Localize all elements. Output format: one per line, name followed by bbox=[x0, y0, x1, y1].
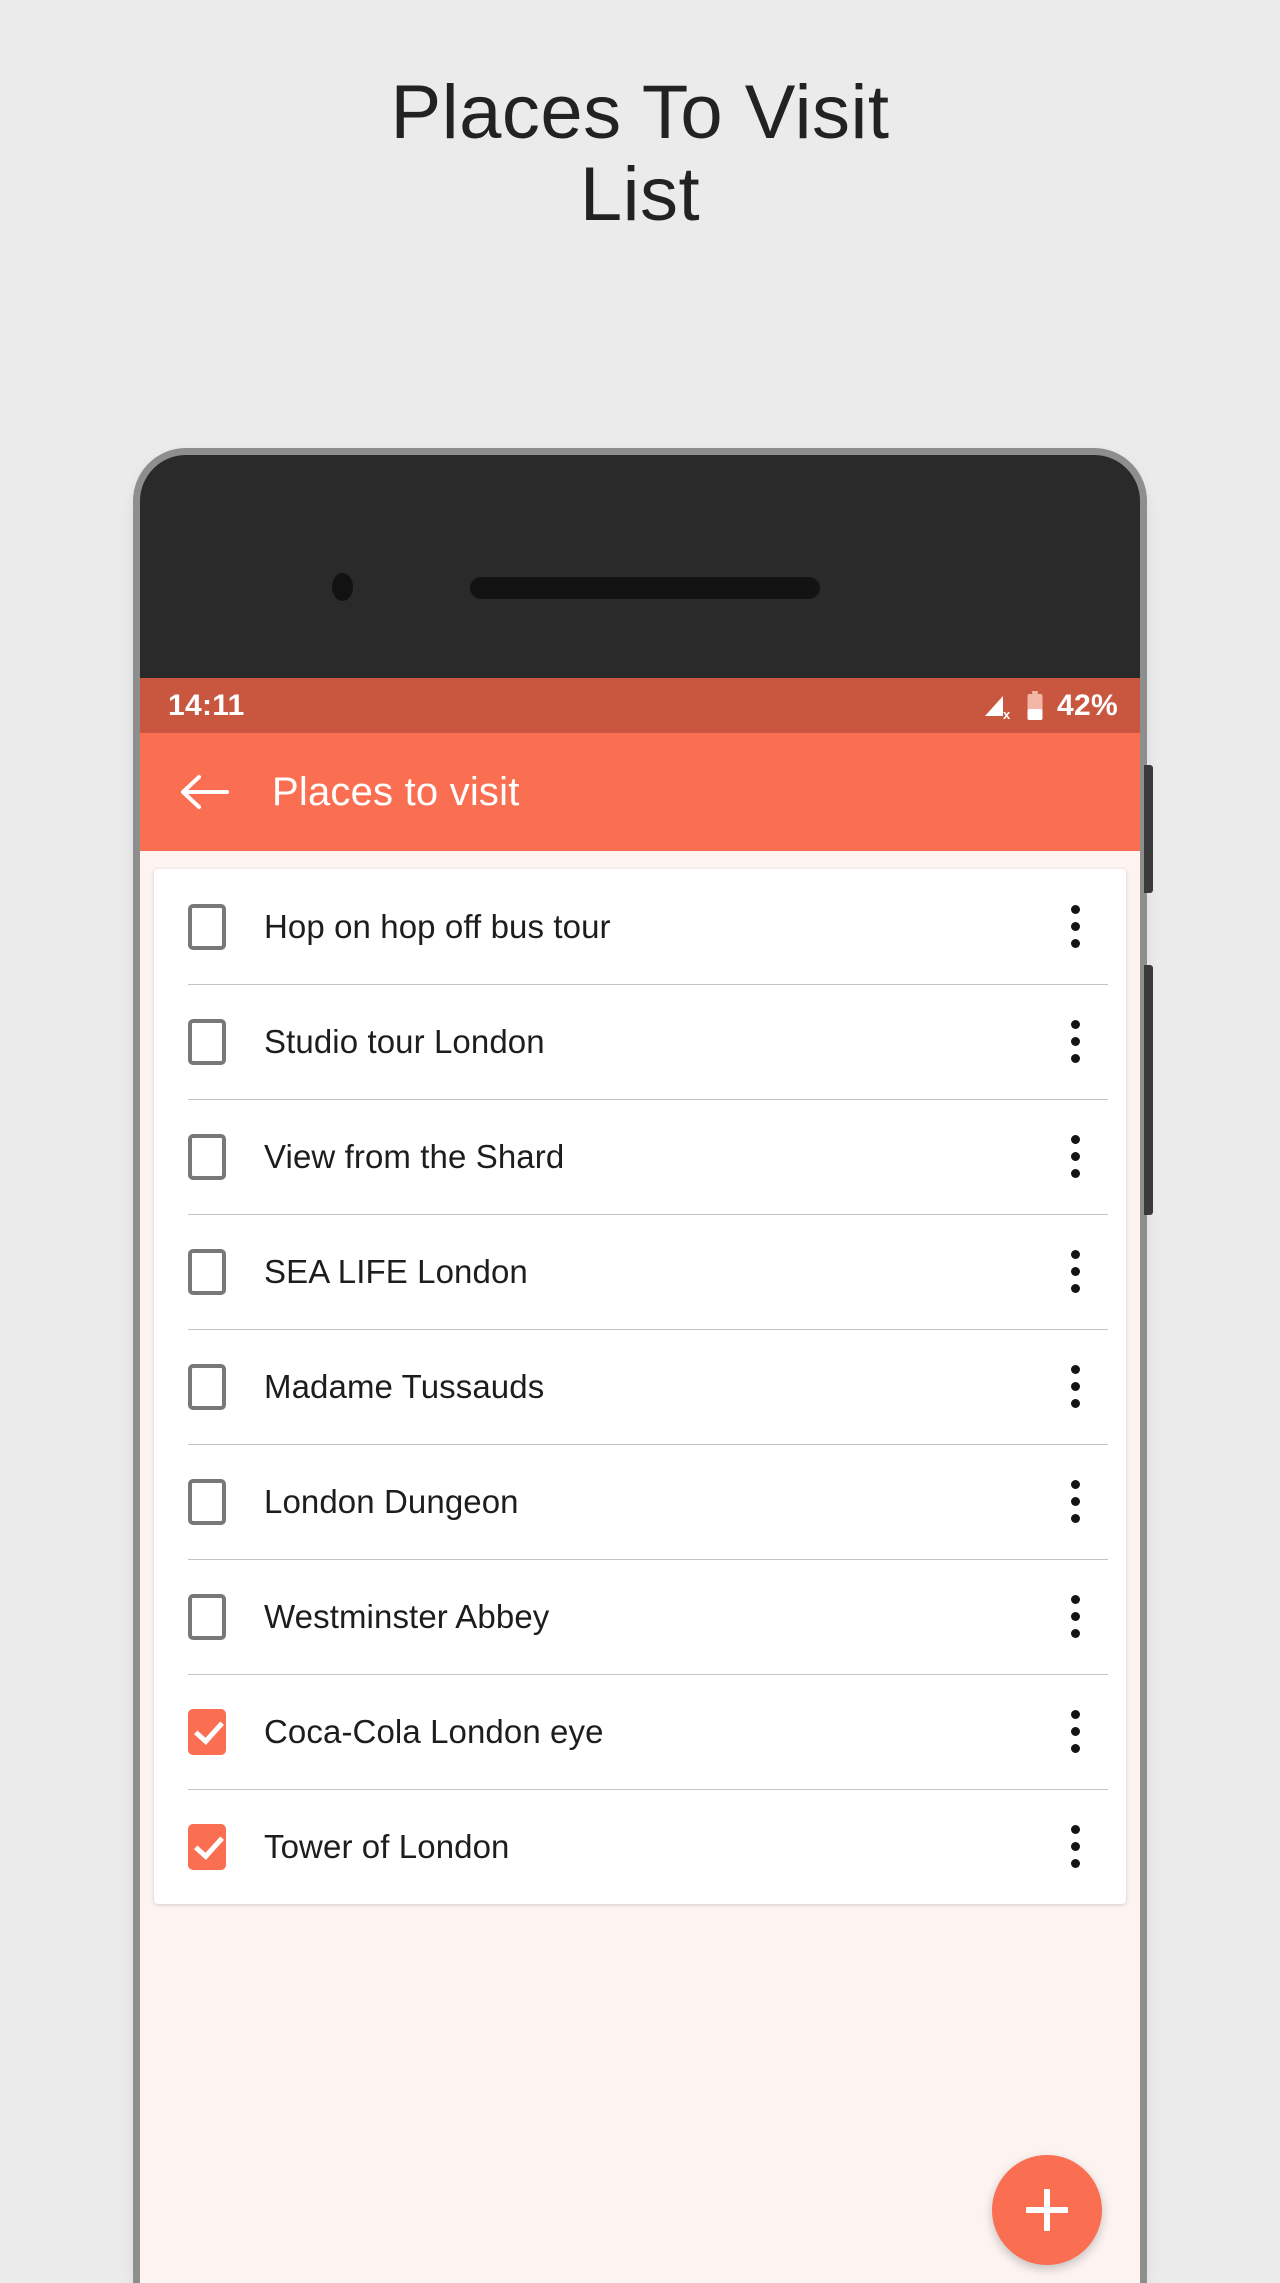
power-button[interactable] bbox=[1144, 965, 1153, 1215]
list-item[interactable]: Madame Tussauds bbox=[154, 1329, 1126, 1444]
checkbox-unchecked[interactable] bbox=[188, 1363, 226, 1410]
volume-button[interactable] bbox=[1144, 765, 1153, 893]
list-item-label: Westminster Abbey bbox=[264, 1597, 550, 1635]
list-item[interactable]: Tower of London bbox=[154, 1789, 1126, 1904]
checkbox-checked[interactable] bbox=[188, 1823, 226, 1870]
checkbox-unchecked[interactable] bbox=[188, 1133, 226, 1180]
app-bar-title: Places to visit bbox=[272, 769, 520, 814]
more-vertical-icon[interactable] bbox=[1040, 1222, 1110, 1322]
list-item[interactable]: Westminster Abbey bbox=[154, 1559, 1126, 1674]
phone-mockup: 14:11 x 42% Places to visit Hop on hop o… bbox=[140, 455, 1153, 2283]
checkbox-unchecked[interactable] bbox=[188, 1478, 226, 1525]
more-vertical-icon[interactable] bbox=[1040, 1337, 1110, 1437]
camera-icon bbox=[332, 573, 353, 601]
svg-text:x: x bbox=[1003, 707, 1011, 720]
checkbox-checked[interactable] bbox=[188, 1708, 226, 1755]
more-vertical-icon[interactable] bbox=[1040, 992, 1110, 1092]
checkbox-unchecked[interactable] bbox=[188, 1248, 226, 1295]
list-item-label: Madame Tussauds bbox=[264, 1367, 545, 1405]
more-vertical-icon[interactable] bbox=[1040, 1567, 1110, 1667]
list-item-label: View from the Shard bbox=[264, 1137, 565, 1175]
add-place-fab[interactable] bbox=[992, 2155, 1102, 2265]
list-item-label: Studio tour London bbox=[264, 1022, 545, 1060]
list-item[interactable]: Coca-Cola London eye bbox=[154, 1674, 1126, 1789]
list-item[interactable]: London Dungeon bbox=[154, 1444, 1126, 1559]
battery-icon bbox=[1027, 690, 1043, 720]
list-item-label: SEA LIFE London bbox=[264, 1252, 528, 1290]
checkbox-unchecked[interactable] bbox=[188, 1593, 226, 1640]
list-item-label: London Dungeon bbox=[264, 1482, 519, 1520]
list-item-label: Hop on hop off bus tour bbox=[264, 907, 611, 945]
app-bar: Places to visit bbox=[140, 733, 1140, 851]
speaker-grill-icon bbox=[470, 577, 820, 599]
list-item[interactable]: View from the Shard bbox=[154, 1099, 1126, 1214]
page-title: Places To Visit List bbox=[390, 70, 890, 238]
places-list-card: Hop on hop off bus tour Studio tour Londo… bbox=[154, 869, 1126, 1904]
plus-icon-vertical bbox=[1044, 2189, 1050, 2231]
battery-percentage: 42% bbox=[1057, 688, 1118, 722]
list-item[interactable]: Studio tour London bbox=[154, 984, 1126, 1099]
status-bar: 14:11 x 42% bbox=[140, 678, 1140, 733]
status-clock: 14:11 bbox=[168, 688, 245, 722]
phone-screen: 14:11 x 42% Places to visit Hop on hop o… bbox=[140, 678, 1140, 2283]
signal-no-service-icon: x bbox=[985, 695, 1011, 720]
list-item[interactable]: Hop on hop off bus tour bbox=[154, 869, 1126, 984]
checkbox-unchecked[interactable] bbox=[188, 1018, 226, 1065]
more-vertical-icon[interactable] bbox=[1040, 1107, 1110, 1207]
more-vertical-icon[interactable] bbox=[1040, 877, 1110, 977]
checkbox-unchecked[interactable] bbox=[188, 903, 226, 950]
list-item[interactable]: SEA LIFE London bbox=[154, 1214, 1126, 1329]
more-vertical-icon[interactable] bbox=[1040, 1682, 1110, 1782]
more-vertical-icon[interactable] bbox=[1040, 1797, 1110, 1897]
back-arrow-icon[interactable] bbox=[176, 763, 234, 821]
status-indicators: x 42% bbox=[983, 689, 1118, 723]
more-vertical-icon[interactable] bbox=[1040, 1452, 1110, 1552]
list-item-label: Coca-Cola London eye bbox=[264, 1712, 604, 1750]
list-item-label: Tower of London bbox=[264, 1827, 510, 1865]
page-root: Places To Visit List 14:11 x 42% Places … bbox=[0, 0, 1280, 2283]
